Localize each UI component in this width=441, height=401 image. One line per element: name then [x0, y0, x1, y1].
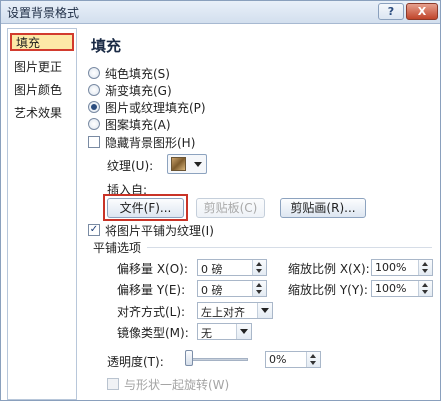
- scale-y-label: 缩放比例 Y(Y):: [288, 283, 368, 297]
- alignment-select[interactable]: 左上对齐: [197, 302, 273, 319]
- gradient-fill-label: 渐变填充(G): [105, 84, 172, 98]
- mirror-type-label: 镜像类型(M):: [117, 326, 189, 340]
- pattern-fill-label: 图案填充(A): [105, 118, 171, 132]
- tile-options-divider: [147, 247, 432, 248]
- rotate-with-shape-label: 与形状一起旋转(W): [124, 378, 230, 392]
- spinner-arrows-icon[interactable]: [418, 281, 432, 296]
- mirror-type-value: 无: [201, 327, 212, 340]
- texture-swatch-icon: [171, 157, 186, 171]
- tile-picture-checkbox[interactable]: ✓: [88, 224, 100, 236]
- gradient-fill-radio[interactable]: [88, 84, 100, 96]
- transparency-slider-track[interactable]: [188, 358, 248, 361]
- offset-x-label: 偏移量 X(O):: [117, 262, 188, 276]
- sidebar-item-picture-corrections[interactable]: 图片更正: [14, 58, 62, 76]
- clipboard-button[interactable]: 剪贴板(C): [196, 198, 265, 218]
- dialog-title: 设置背景格式: [7, 6, 80, 20]
- fill-panel: 填充 纯色填充(S) 渐变填充(G) 图片或纹理填充(P) 图案填充(A) 隐藏…: [83, 28, 436, 400]
- help-button[interactable]: ?: [378, 3, 404, 20]
- transparency-slider-thumb[interactable]: [185, 350, 193, 366]
- hide-background-label: 隐藏背景图形(H): [105, 136, 196, 150]
- scale-x-spinner[interactable]: 100%: [371, 259, 433, 276]
- transparency-label: 透明度(T):: [107, 355, 164, 369]
- chevron-down-icon: [194, 162, 202, 167]
- alignment-value: 左上对齐: [201, 306, 245, 319]
- offset-y-spinner[interactable]: 0 磅: [197, 280, 267, 297]
- solid-fill-label: 纯色填充(S): [105, 67, 170, 81]
- chevron-down-icon[interactable]: [257, 303, 272, 318]
- spinner-arrows-icon[interactable]: [306, 352, 320, 367]
- offset-x-value: 0 磅: [201, 263, 223, 276]
- sidebar-item-picture-color[interactable]: 图片颜色: [14, 81, 62, 99]
- texture-picker[interactable]: [167, 154, 207, 174]
- transparency-spinner[interactable]: 0%: [265, 351, 321, 368]
- chevron-down-icon[interactable]: [236, 324, 251, 339]
- alignment-label: 对齐方式(L):: [117, 305, 186, 319]
- scale-y-spinner[interactable]: 100%: [371, 280, 433, 297]
- sidebar-item-fill[interactable]: 填充: [10, 33, 74, 51]
- rotate-with-shape-checkbox[interactable]: [107, 378, 119, 390]
- file-button[interactable]: 文件(F)...: [107, 198, 184, 218]
- close-button[interactable]: X: [406, 3, 438, 20]
- offset-y-value: 0 磅: [201, 284, 223, 297]
- format-background-dialog: 设置背景格式 ? X 填充 图片更正 图片颜色 艺术效果 填充 纯色填充(S) …: [0, 0, 441, 401]
- transparency-value: 0%: [269, 353, 287, 366]
- pattern-fill-radio[interactable]: [88, 118, 100, 130]
- offset-x-spinner[interactable]: 0 磅: [197, 259, 267, 276]
- spinner-arrows-icon[interactable]: [252, 260, 266, 275]
- title-bar: 设置背景格式 ? X: [1, 1, 440, 24]
- sidebar-item-artistic-effects[interactable]: 艺术效果: [14, 104, 62, 122]
- tile-options-label: 平铺选项: [93, 241, 142, 255]
- tile-picture-label: 将图片平铺为纹理(I): [105, 224, 214, 238]
- scale-x-label: 缩放比例 X(X):: [288, 262, 370, 276]
- solid-fill-radio[interactable]: [88, 67, 100, 79]
- panel-heading: 填充: [91, 37, 122, 55]
- spinner-arrows-icon[interactable]: [418, 260, 432, 275]
- hide-background-checkbox[interactable]: [88, 136, 100, 148]
- picture-texture-fill-radio[interactable]: [88, 101, 100, 113]
- texture-label: 纹理(U):: [107, 159, 154, 173]
- offset-y-label: 偏移量 Y(E):: [117, 283, 186, 297]
- category-sidebar: 填充 图片更正 图片颜色 艺术效果: [7, 28, 77, 400]
- clipart-button[interactable]: 剪贴画(R)...: [280, 198, 366, 218]
- mirror-type-select[interactable]: 无: [197, 323, 252, 340]
- spinner-arrows-icon[interactable]: [252, 281, 266, 296]
- scale-y-value: 100%: [375, 282, 407, 295]
- scale-x-value: 100%: [375, 261, 407, 274]
- picture-texture-fill-label: 图片或纹理填充(P): [105, 101, 206, 115]
